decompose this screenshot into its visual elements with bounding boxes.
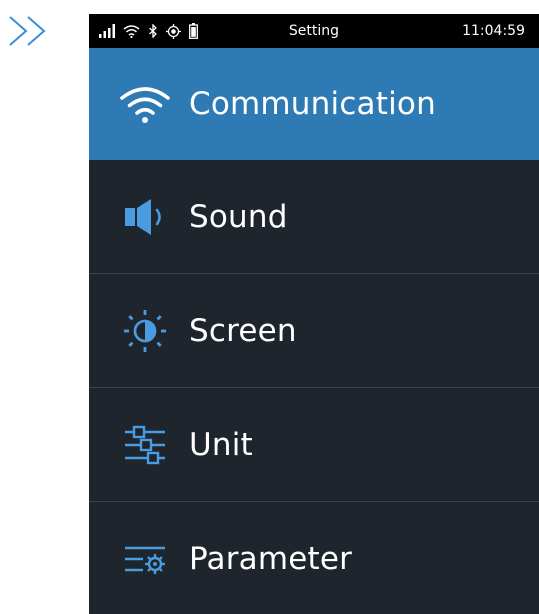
menu-item-screen[interactable]: Screen <box>89 274 539 388</box>
menu-item-label: Screen <box>189 312 297 349</box>
brightness-icon <box>117 309 173 352</box>
menu-item-label: Communication <box>189 85 436 122</box>
page: Setting 11:04:59 Communication Sound Scr… <box>0 0 539 614</box>
device-screen: Setting 11:04:59 Communication Sound Scr… <box>89 14 539 614</box>
status-icons <box>99 23 198 39</box>
menu-item-unit[interactable]: Unit <box>89 388 539 502</box>
status-bar: Setting 11:04:59 <box>89 14 539 48</box>
menu-item-sound[interactable]: Sound <box>89 160 539 274</box>
location-icon <box>166 23 181 39</box>
menu-item-label: Unit <box>189 426 253 463</box>
double-chevron-right-icon[interactable] <box>2 14 52 48</box>
parameter-gear-icon <box>117 539 173 579</box>
settings-menu: Communication Sound Screen Unit Paramete… <box>89 48 539 614</box>
sliders-icon <box>117 425 173 465</box>
speaker-icon <box>117 197 173 237</box>
wifi-icon <box>117 84 173 124</box>
signal-icon <box>99 24 115 38</box>
bluetooth-icon <box>149 24 157 38</box>
menu-item-parameter[interactable]: Parameter <box>89 502 539 614</box>
wifi-icon <box>123 25 140 38</box>
battery-icon <box>189 23 198 39</box>
menu-item-label: Sound <box>189 198 288 235</box>
menu-item-communication[interactable]: Communication <box>89 48 539 160</box>
menu-item-label: Parameter <box>189 540 353 577</box>
status-time: 11:04:59 <box>462 23 525 39</box>
